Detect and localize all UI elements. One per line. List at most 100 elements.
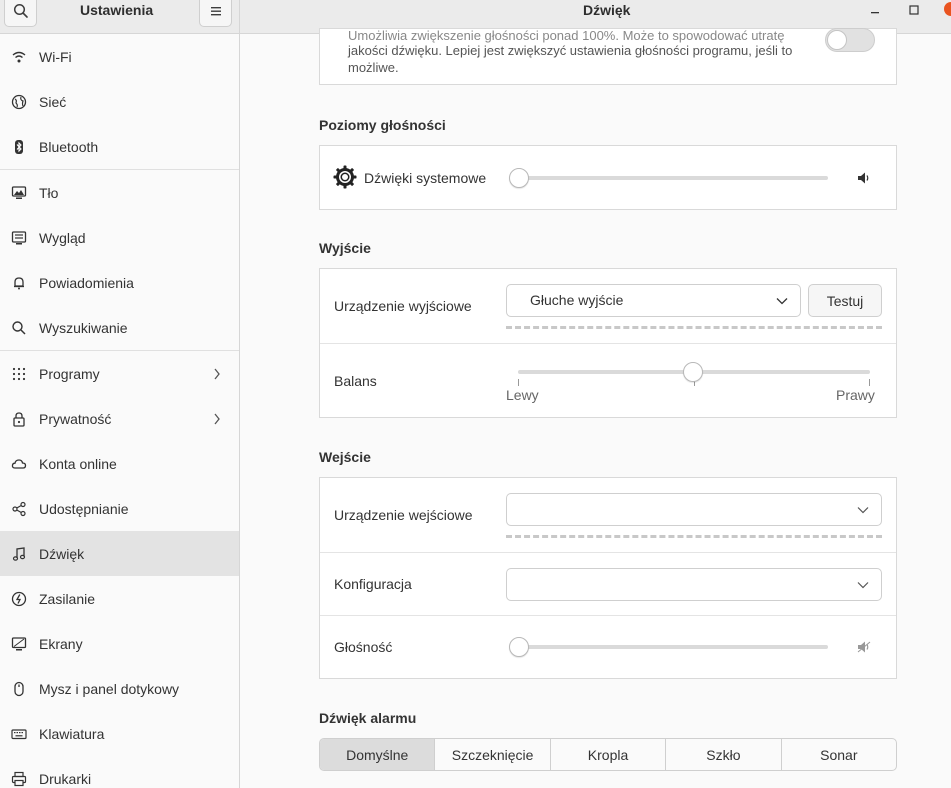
sidebar-header: Ustawienia [0, 0, 240, 34]
close-button[interactable] [944, 2, 951, 16]
balance-slider-knob[interactable] [683, 362, 703, 382]
overamplification-toggle[interactable] [825, 28, 875, 52]
gear-icon [333, 165, 357, 189]
display-icon [11, 636, 27, 650]
search-icon [13, 3, 28, 18]
input-volume-slider-track[interactable] [510, 645, 828, 649]
sidebar-item-label: Wi-Fi [39, 48, 72, 65]
sidebar-item-apps[interactable]: Programy [0, 351, 239, 396]
alarm-option-sonar[interactable]: Sonar [782, 739, 896, 770]
input-level-bar [506, 535, 882, 538]
input-frame: Urządzenie wejściowe Konfiguracja Głośno… [319, 477, 897, 679]
configuration-combo[interactable] [506, 568, 882, 601]
test-button[interactable]: Testuj [808, 284, 882, 317]
output-frame: Urządzenie wyjściowe Głuche wyjście Test… [319, 268, 897, 418]
appearance-icon [11, 230, 27, 244]
chevron-right-icon [214, 413, 220, 424]
sidebar-item-mouse-touchpad[interactable]: Mysz i panel dotykowy [0, 666, 239, 711]
hamburger-icon [210, 6, 221, 15]
sidebar-item-label: Klawiatura [39, 725, 105, 742]
sidebar-item-label: Wyszukiwanie [39, 319, 128, 336]
bluetooth-icon [15, 139, 23, 154]
sidebar-item-printers[interactable]: Drukarki [0, 756, 239, 788]
lock-icon [13, 411, 25, 427]
sidebar-item-background[interactable]: Tło [0, 170, 239, 215]
row-divider [320, 552, 896, 553]
sidebar-item-network[interactable]: Sieć [0, 79, 239, 124]
power-icon [11, 591, 27, 606]
sidebar-item-label: Powiadomienia [39, 274, 134, 291]
alarm-option-bark[interactable]: Szczeknięcie [435, 739, 551, 770]
search-button[interactable] [4, 0, 37, 27]
printer-icon [11, 771, 27, 786]
chevron-down-icon [776, 298, 788, 305]
configuration-label: Konfiguracja [334, 576, 412, 592]
output-device-label: Urządzenie wyjściowe [334, 298, 472, 314]
microphone-muted-icon [857, 641, 871, 653]
speaker-icon [858, 172, 869, 184]
alarm-option-default[interactable]: Domyślne [320, 739, 436, 770]
sidebar-item-privacy[interactable]: Prywatność [0, 396, 239, 441]
input-volume-slider-knob[interactable] [509, 637, 529, 657]
balance-right-label: Prawy [836, 387, 875, 403]
monitor-icon [11, 185, 27, 199]
alarm-option-drip[interactable]: Kropla [551, 739, 667, 770]
chevron-down-icon [857, 582, 869, 589]
sidebar-item-label: Bluetooth [39, 138, 99, 155]
sidebar-item-label: Konta online [39, 455, 117, 472]
sidebar-item-label: Dźwięk [39, 545, 85, 562]
sidebar-item-appearance[interactable]: Wygląd [0, 215, 239, 260]
sidebar-item-label: Ekrany [39, 635, 83, 652]
sidebar: Wi-Fi Sieć Bluetooth Tło Wygląd Powiadom… [0, 34, 240, 788]
chevron-right-icon [214, 368, 220, 379]
alarm-sound-title: Dźwięk alarmu [319, 710, 417, 726]
sidebar-item-wifi[interactable]: Wi-Fi [0, 34, 239, 79]
share-icon [12, 501, 26, 516]
sidebar-item-displays[interactable]: Ekrany [0, 621, 239, 666]
mouse-icon [14, 681, 24, 696]
system-sounds-slider-knob[interactable] [509, 168, 529, 188]
sidebar-item-sound[interactable]: Dźwięk [0, 531, 239, 576]
sidebar-item-online-accounts[interactable]: Konta online [0, 441, 239, 486]
balance-tick-right [869, 379, 870, 386]
overamplification-row: Umożliwia zwiększenie głośności ponad 10… [319, 28, 897, 85]
main-menu-button[interactable] [199, 0, 232, 27]
input-title: Wejście [319, 449, 371, 465]
alarm-option-glass[interactable]: Szkło [666, 739, 782, 770]
sidebar-item-label: Udostępnianie [39, 500, 129, 517]
keyboard-icon [11, 728, 27, 739]
system-sounds-slider-track[interactable] [510, 176, 828, 180]
page-title: Dźwięk [583, 2, 631, 18]
output-level-bar [506, 326, 882, 329]
sidebar-item-notifications[interactable]: Powiadomienia [0, 260, 239, 305]
overamplification-description-line2: jakości dźwięku. Lepiej jest zwiększyć u… [348, 43, 793, 58]
input-device-combo[interactable] [506, 493, 882, 526]
wifi-icon [12, 51, 26, 62]
output-title: Wyjście [319, 240, 371, 256]
volume-levels-frame: Dźwięki systemowe [319, 145, 897, 210]
search-icon [12, 320, 26, 335]
maximize-icon [909, 5, 919, 15]
sidebar-item-keyboard[interactable]: Klawiatura [0, 711, 239, 756]
minimize-button[interactable] [868, 3, 882, 17]
sidebar-item-label: Prywatność [39, 410, 112, 427]
music-note-icon [12, 546, 26, 561]
sidebar-title: Ustawienia [80, 2, 154, 18]
sidebar-item-power[interactable]: Zasilanie [0, 576, 239, 621]
sidebar-item-label: Drukarki [39, 770, 92, 787]
sidebar-item-bluetooth[interactable]: Bluetooth [0, 124, 239, 169]
volume-levels-title: Poziomy głośności [319, 117, 446, 133]
output-device-value: Głuche wyjście [530, 292, 624, 308]
sidebar-item-sharing[interactable]: Udostępnianie [0, 486, 239, 531]
globe-icon [11, 94, 27, 109]
sidebar-item-label: Wygląd [39, 229, 86, 246]
output-device-combo[interactable]: Głuche wyjście [506, 284, 801, 317]
maximize-button[interactable] [907, 3, 921, 17]
row-divider [320, 615, 896, 616]
overamplification-description-line3: możliwe. [348, 60, 399, 75]
minimize-icon [871, 12, 879, 14]
balance-left-label: Lewy [506, 387, 539, 403]
sidebar-item-label: Sieć [39, 93, 67, 110]
sidebar-item-search[interactable]: Wyszukiwanie [0, 305, 239, 350]
alarm-sound-selector: Domyślne Szczeknięcie Kropla Szkło Sonar [319, 738, 897, 771]
